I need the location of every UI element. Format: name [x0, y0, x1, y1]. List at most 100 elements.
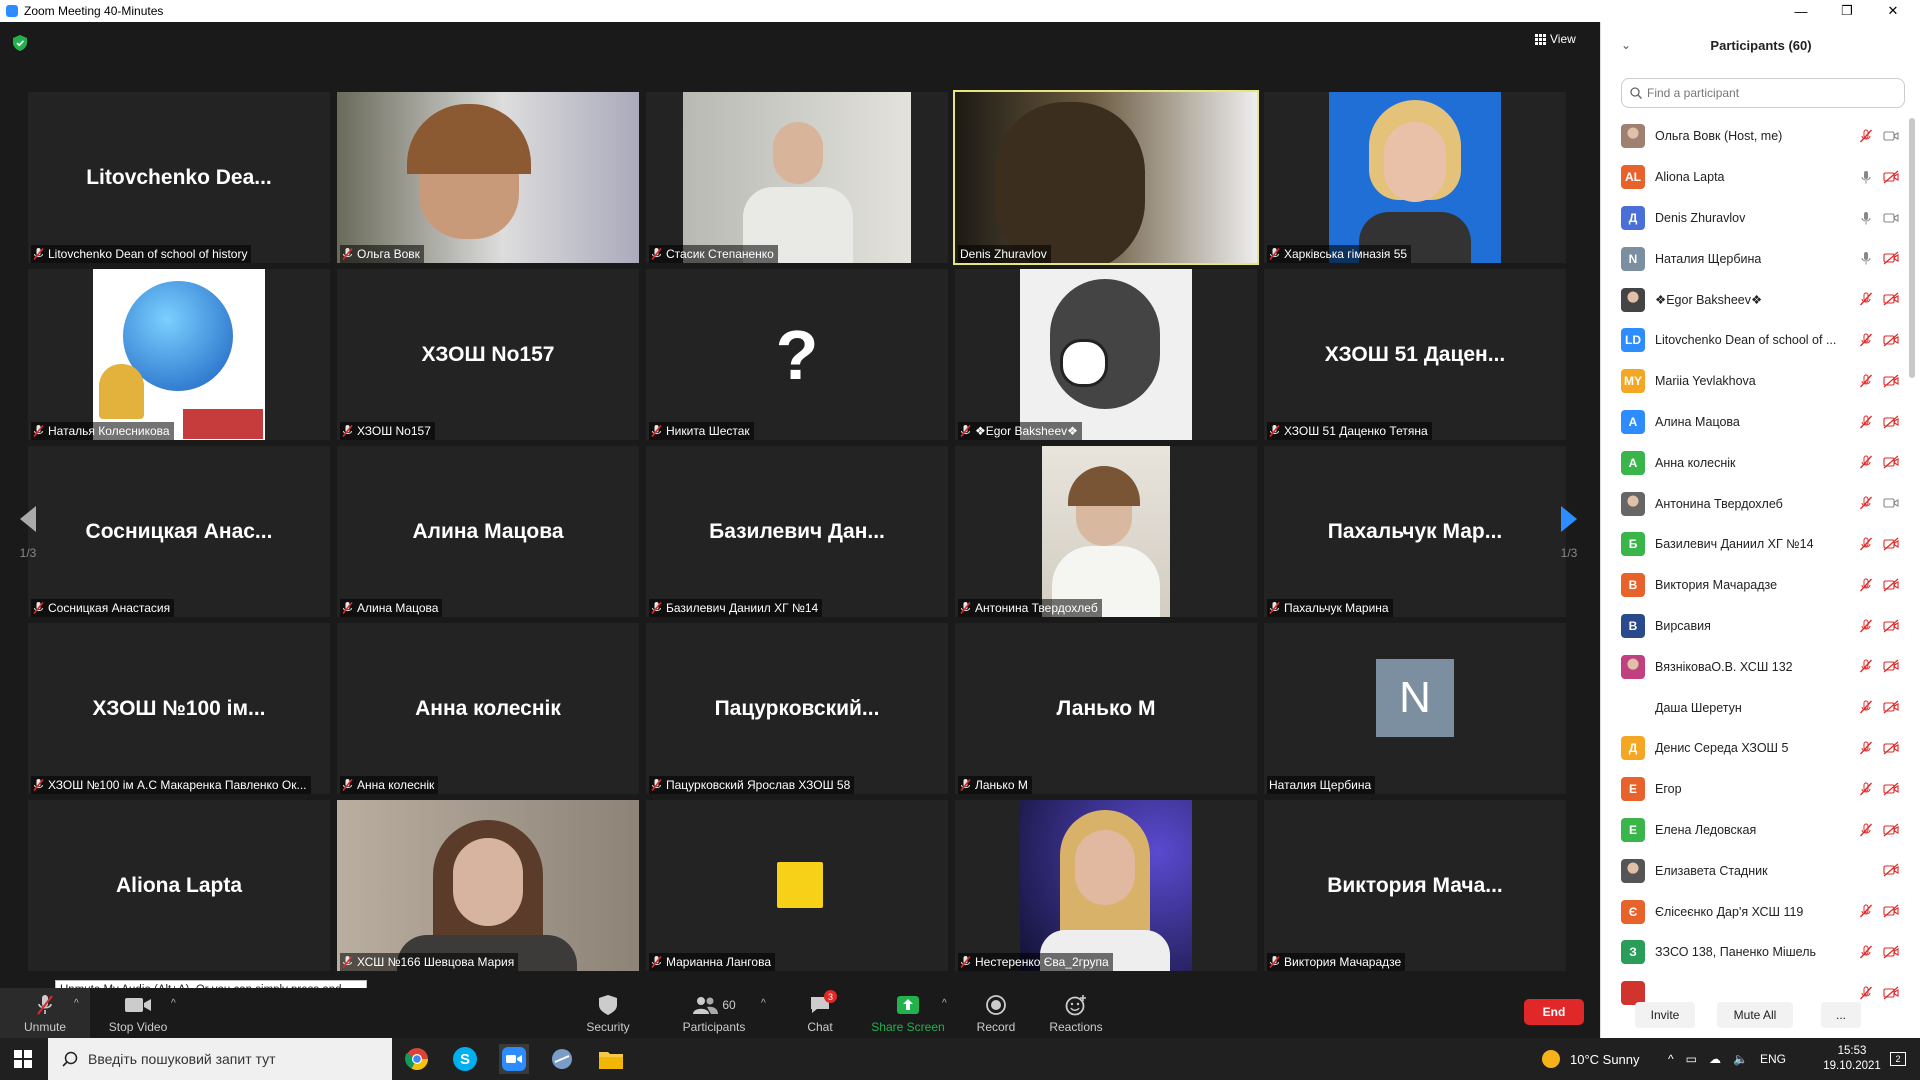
mic-muted-icon[interactable] [1859, 374, 1873, 388]
participant-row[interactable]: Елизавета Стадник [1601, 850, 1920, 891]
encryption-shield-icon[interactable] [13, 35, 27, 51]
mic-muted-icon[interactable] [1859, 659, 1873, 673]
taskbar-search-input[interactable]: Введіть пошуковий запит тут [48, 1038, 392, 1080]
mic-muted-icon[interactable] [1859, 619, 1873, 633]
next-page-button[interactable]: 1/3 [1544, 488, 1594, 578]
participant-row[interactable]: В Вирсавия [1601, 606, 1920, 647]
mute-all-button[interactable]: Mute All [1717, 1002, 1793, 1028]
stop-video-button[interactable]: Stop Video [102, 988, 174, 1038]
mic-muted-icon[interactable] [1859, 496, 1873, 510]
video-tile[interactable]: ? Никита Шестак [646, 269, 948, 440]
participant-row[interactable]: А Алина Мацова [1601, 402, 1920, 443]
mic-muted-icon[interactable] [1859, 578, 1873, 592]
windows-start-button[interactable] [8, 1044, 38, 1074]
video-tile[interactable]: Базилевич Дан... Базилевич Даниил ХГ №14 [646, 446, 948, 617]
video-tile[interactable]: Стасик Степаненко [646, 92, 948, 263]
mic-icon[interactable] [1859, 170, 1873, 184]
participant-row[interactable]: MY Mariia Yevlakhova [1601, 361, 1920, 402]
video-tile[interactable]: ХСШ №166 Шевцова Мария [337, 800, 639, 971]
unmute-button[interactable]: Unmute [10, 988, 80, 1038]
mic-muted-icon[interactable] [1859, 292, 1873, 306]
video-tile[interactable]: ❖Egor Baksheev❖ [955, 269, 1257, 440]
notification-center-button[interactable]: 2 [1890, 1038, 1906, 1080]
close-button[interactable]: ✕ [1870, 0, 1916, 22]
record-button[interactable]: Record [966, 988, 1026, 1038]
video-tile[interactable]: ХЗОШ 51 Дацен... ХЗОШ 51 Даценко Тетяна [1264, 269, 1566, 440]
participant-row[interactable]: Є Єлісеєнко Дар'я ХСШ 119 [1601, 891, 1920, 932]
participant-row[interactable]: Антонина Твердохлеб [1601, 483, 1920, 524]
mic-icon[interactable] [1859, 211, 1873, 225]
restore-button[interactable]: ❐ [1824, 0, 1870, 22]
video-tile[interactable]: Наталья Колесникова [28, 269, 330, 440]
tray-chevron-icon[interactable]: ^ [1668, 1052, 1674, 1066]
video-tile[interactable]: Litovchenko Dea... Litovchenko Dean of sc… [28, 92, 330, 263]
participant-row[interactable]: З ЗЗСО 138, Паненко Мішель [1601, 932, 1920, 973]
mic-muted-icon[interactable] [1859, 782, 1873, 796]
video-tile[interactable]: Сосницкая Анас... Сосницкая Анастасия [28, 446, 330, 617]
chrome-taskbar-icon[interactable] [402, 1044, 432, 1074]
video-tile[interactable]: Марианна Лангова [646, 800, 948, 971]
share-screen-button[interactable]: Share Screen [868, 988, 948, 1038]
volume-icon[interactable]: 🔈 [1733, 1052, 1748, 1066]
security-button[interactable]: Security [576, 988, 640, 1038]
mic-icon[interactable] [1859, 251, 1873, 265]
prev-page-button[interactable]: 1/3 [3, 488, 53, 578]
participants-button[interactable]: 60 Participants [672, 988, 756, 1038]
participant-row[interactable]: Ольга Вовк (Host, me) [1601, 116, 1920, 157]
zoom-taskbar-icon[interactable] [499, 1044, 529, 1074]
mic-muted-icon[interactable] [1859, 945, 1873, 959]
mic-muted-icon[interactable] [1859, 700, 1873, 714]
video-tile[interactable]: Пахальчук Мар... Пахальчук Марина [1264, 446, 1566, 617]
mic-muted-icon[interactable] [1859, 333, 1873, 347]
video-tile[interactable]: Антонина Твердохлеб [955, 446, 1257, 617]
invite-button[interactable]: Invite [1635, 1002, 1695, 1028]
audio-options-caret[interactable]: ^ [74, 998, 79, 1009]
video-tile[interactable]: Анна колеснік Анна колеснік [337, 623, 639, 794]
participants-scrollbar[interactable] [1909, 118, 1915, 378]
video-options-caret[interactable]: ^ [171, 998, 176, 1009]
more-options-button[interactable]: ... [1821, 1002, 1861, 1028]
video-tile[interactable]: ХЗОШ №100 ім... ХЗОШ №100 ім А.С Макаренк… [28, 623, 330, 794]
participant-row[interactable]: LD Litovchenko Dean of school of ... [1601, 320, 1920, 361]
video-tile[interactable]: Харківська гімназія 55 [1264, 92, 1566, 263]
video-tile[interactable]: Пацурковский... Пацурковский Ярослав ХЗОШ… [646, 623, 948, 794]
participant-row[interactable]: Даша Шеретун [1601, 687, 1920, 728]
view-button[interactable]: View [1535, 32, 1576, 46]
app-taskbar-icon[interactable] [547, 1044, 577, 1074]
participant-row[interactable]: ❖Egor Baksheev❖ [1601, 279, 1920, 320]
video-tile[interactable]: Алина Мацова Алина Мацова [337, 446, 639, 617]
mic-muted-icon[interactable] [1859, 415, 1873, 429]
video-tile[interactable]: Denis Zhuravlov [953, 90, 1259, 265]
participant-row[interactable]: AL Aliona Lapta [1601, 157, 1920, 198]
weather-widget[interactable]: 10°C Sunny [1542, 1038, 1640, 1080]
participant-row[interactable]: Е Егор [1601, 769, 1920, 810]
mic-muted-icon[interactable] [1859, 904, 1873, 918]
participant-row[interactable]: Д Денис Середа ХЗОШ 5 [1601, 728, 1920, 769]
video-tile[interactable]: ХЗОШ No157 ХЗОШ No157 [337, 269, 639, 440]
video-tile[interactable]: Нестеренко Єва_2група [955, 800, 1257, 971]
end-meeting-button[interactable]: End [1524, 999, 1584, 1025]
skype-taskbar-icon[interactable]: S [450, 1044, 480, 1074]
participant-row[interactable]: А Анна колеснік [1601, 442, 1920, 483]
video-tile[interactable]: Виктория Мача... Виктория Мачарадзе [1264, 800, 1566, 971]
network-icon[interactable]: ▭ [1686, 1052, 1697, 1066]
mic-muted-icon[interactable] [1859, 129, 1873, 143]
participant-row[interactable]: ВязніковаО.В. ХСШ 132 [1601, 646, 1920, 687]
video-tile[interactable]: Aliona Lapta [28, 800, 330, 971]
participants-options-caret[interactable]: ^ [761, 998, 766, 1009]
video-tile[interactable]: Ланько М Ланько М [955, 623, 1257, 794]
share-options-caret[interactable]: ^ [942, 998, 947, 1009]
video-tile[interactable]: N Наталия Щербина [1264, 623, 1566, 794]
participant-row[interactable]: Б Базилевич Даниил ХГ №14 [1601, 524, 1920, 565]
clock[interactable]: 15:53 19.10.2021 [1822, 1038, 1882, 1080]
mic-muted-icon[interactable] [1859, 537, 1873, 551]
participant-row[interactable]: В Виктория Мачарадзе [1601, 565, 1920, 606]
participant-search-input[interactable]: Find a participant [1621, 78, 1905, 108]
participant-row[interactable]: N Наталия Щербина [1601, 238, 1920, 279]
video-tile[interactable]: Ольга Вовк [337, 92, 639, 263]
participant-row[interactable]: Д Denis Zhuravlov [1601, 198, 1920, 239]
participant-row[interactable]: Е Елена Ледовская [1601, 810, 1920, 851]
minimize-button[interactable]: — [1778, 0, 1824, 22]
mic-muted-icon[interactable] [1859, 741, 1873, 755]
file-explorer-taskbar-icon[interactable] [596, 1044, 626, 1074]
